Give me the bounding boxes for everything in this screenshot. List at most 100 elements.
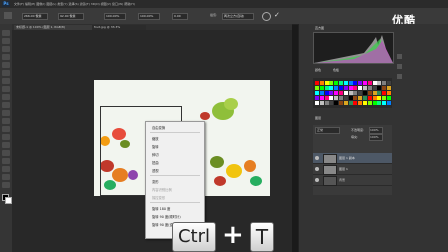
color-swatch[interactable] — [319, 91, 324, 95]
color-swatch[interactable] — [319, 86, 324, 90]
background-color-swatch[interactable] — [5, 197, 12, 204]
brush-tool-icon[interactable] — [2, 86, 10, 92]
color-swatch[interactable] — [348, 91, 353, 95]
color-swatch[interactable] — [319, 96, 324, 100]
color-swatch[interactable] — [382, 81, 387, 85]
menu-item-perspective[interactable]: 透视 — [152, 168, 159, 173]
height-field[interactable]: 100.00% — [138, 13, 160, 20]
color-swatch[interactable] — [343, 91, 348, 95]
healing-tool-icon[interactable] — [2, 78, 10, 84]
pen-tool-icon[interactable] — [2, 142, 10, 148]
menu-item-skew[interactable]: 斜切 — [152, 152, 159, 157]
color-swatch[interactable] — [382, 91, 387, 95]
color-swatch[interactable] — [372, 86, 377, 90]
color-swatch[interactable] — [367, 96, 372, 100]
color-swatch[interactable] — [363, 86, 367, 90]
color-swatch[interactable] — [382, 96, 387, 100]
color-swatch[interactable] — [363, 101, 367, 105]
color-swatch[interactable] — [367, 101, 372, 105]
width-field[interactable]: 100.00% — [104, 13, 126, 20]
color-swatch[interactable] — [387, 91, 391, 95]
color-swatch[interactable] — [372, 101, 377, 105]
color-swatch[interactable] — [363, 96, 367, 100]
marquee-tool-icon[interactable] — [2, 38, 10, 44]
hand-tool-icon[interactable] — [2, 174, 10, 180]
color-swatch[interactable] — [363, 91, 367, 95]
move-tool-icon[interactable] — [2, 30, 10, 36]
color-swatch[interactable] — [334, 81, 339, 85]
color-swatch[interactable] — [358, 91, 363, 95]
opacity-field[interactable]: 100% — [369, 127, 383, 134]
menu-item-rotate-180[interactable]: 旋转 180 度 — [152, 206, 170, 211]
color-swatch[interactable] — [315, 101, 319, 105]
color-swatch[interactable] — [324, 81, 329, 85]
color-swatch[interactable] — [387, 96, 391, 100]
color-swatch[interactable] — [339, 101, 343, 105]
color-swatch[interactable] — [367, 91, 372, 95]
color-swatch[interactable] — [353, 101, 358, 105]
blur-tool-icon[interactable] — [2, 126, 10, 132]
color-swatch[interactable] — [358, 96, 363, 100]
color-swatch[interactable] — [329, 96, 334, 100]
cancel-transform-icon[interactable] — [262, 12, 271, 21]
color-swatch[interactable] — [324, 91, 329, 95]
blend-mode-select[interactable]: 正常 — [315, 127, 340, 134]
visibility-eye-icon[interactable] — [315, 167, 319, 171]
color-swatch[interactable] — [334, 91, 339, 95]
color-swatch[interactable] — [353, 96, 358, 100]
color-swatch[interactable] — [382, 86, 387, 90]
color-swatch[interactable] — [315, 91, 319, 95]
color-swatch[interactable] — [377, 96, 382, 100]
layer-row[interactable]: 背景 — [313, 175, 392, 186]
color-swatch[interactable] — [339, 91, 343, 95]
color-swatch[interactable] — [348, 81, 353, 85]
color-swatch[interactable] — [348, 101, 353, 105]
color-swatch[interactable] — [377, 91, 382, 95]
menu-item-rotate-90-cw[interactable]: 旋转 90 度(顺时针) — [152, 214, 181, 219]
menu-item-rotate[interactable]: 旋转 — [152, 144, 159, 149]
color-swatch[interactable] — [343, 101, 348, 105]
color-swatch[interactable] — [319, 81, 324, 85]
color-swatch[interactable] — [315, 96, 319, 100]
color-swatch[interactable] — [339, 86, 343, 90]
swatches-tab[interactable]: 色板 — [333, 68, 339, 72]
zoom-tool-icon[interactable] — [2, 182, 10, 188]
color-swatch[interactable] — [329, 101, 334, 105]
color-swatch[interactable] — [348, 86, 353, 90]
layer-row[interactable]: 图层 1 副本 — [313, 153, 392, 164]
color-swatch[interactable] — [372, 81, 377, 85]
color-swatch[interactable] — [367, 86, 372, 90]
color-swatch[interactable] — [339, 96, 343, 100]
fill-field[interactable]: 100% — [369, 134, 383, 141]
shape-tool-icon[interactable] — [2, 166, 10, 172]
color-swatch[interactable] — [329, 81, 334, 85]
crop-tool-icon[interactable] — [2, 62, 10, 68]
color-swatch[interactable] — [372, 91, 377, 95]
color-swatch[interactable] — [324, 96, 329, 100]
visibility-eye-icon[interactable] — [315, 156, 319, 160]
color-swatch[interactable] — [329, 91, 334, 95]
color-tab[interactable]: 颜色 — [315, 68, 321, 72]
color-swatch[interactable] — [329, 86, 334, 90]
eraser-tool-icon[interactable] — [2, 110, 10, 116]
color-swatch[interactable] — [387, 101, 391, 105]
color-swatch[interactable] — [377, 101, 382, 105]
color-swatch[interactable] — [324, 101, 329, 105]
visibility-eye-icon[interactable] — [315, 178, 319, 182]
color-swatch[interactable] — [387, 86, 391, 90]
panel-icon-1[interactable] — [397, 54, 402, 59]
swatches-panel[interactable] — [313, 78, 392, 108]
stamp-tool-icon[interactable] — [2, 94, 10, 100]
color-swatch[interactable] — [387, 81, 391, 85]
histogram-tab[interactable]: 直方图 — [315, 26, 324, 30]
history-brush-tool-icon[interactable] — [2, 102, 10, 108]
color-swatch[interactable] — [353, 86, 358, 90]
color-swatch[interactable] — [319, 101, 324, 105]
color-swatch[interactable] — [363, 81, 367, 85]
angle-field[interactable]: 0.00 — [172, 13, 188, 20]
color-swatch[interactable] — [358, 86, 363, 90]
color-swatch[interactable] — [353, 81, 358, 85]
color-swatch[interactable] — [343, 86, 348, 90]
panel-icon-3[interactable] — [397, 74, 402, 79]
dodge-tool-icon[interactable] — [2, 134, 10, 140]
